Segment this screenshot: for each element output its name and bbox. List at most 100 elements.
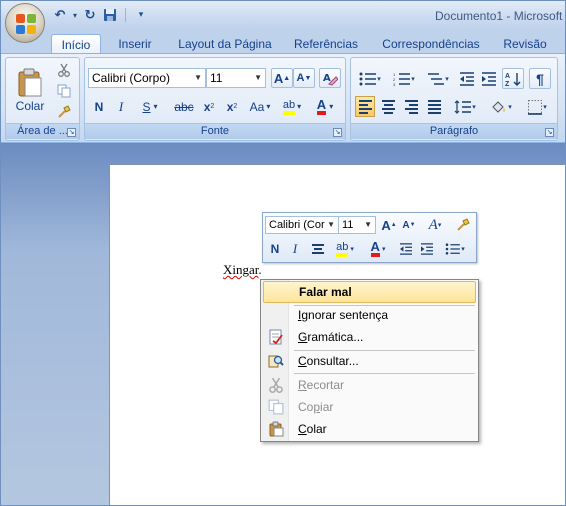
tab-revisao[interactable]: Revisão	[499, 34, 551, 54]
title-bar: ↶ ▾ ↻ ▾ Documento1 - Microsoft	[1, 1, 565, 31]
mini-bullets-button[interactable]: ▾	[440, 239, 470, 259]
mini-bold-button[interactable]: N	[267, 239, 283, 259]
copy-icon[interactable]	[54, 82, 74, 100]
multilevel-list-button[interactable]: ▾	[423, 68, 453, 89]
menu-item-paste[interactable]: Colar	[263, 418, 476, 440]
font-color-icon: A	[370, 240, 380, 257]
show-paragraph-marks-button[interactable]: ¶	[529, 68, 551, 89]
paragraph-group-label-text: Parágrafo	[429, 125, 479, 137]
grow-font-button[interactable]: A ▲	[271, 68, 293, 88]
borders-button[interactable]: ▾	[521, 96, 553, 117]
line-spacing-button[interactable]: ▾	[450, 96, 480, 117]
copy-icon	[268, 399, 284, 415]
clipboard-group: Colar Área de ... ↘	[5, 57, 80, 141]
paste-label: Colar	[15, 98, 45, 113]
menu-item-suggestion-label: Falar mal	[299, 285, 352, 299]
misspelled-word[interactable]: Xingar	[223, 262, 258, 277]
italic-button[interactable]: I	[112, 96, 130, 117]
menu-item-copy-label: Copiar	[298, 400, 334, 414]
undo-dropdown-icon[interactable]: ▾	[71, 6, 79, 24]
mini-styles-button[interactable]: A ▾	[422, 215, 448, 235]
paste-icon	[18, 68, 42, 96]
menu-item-suggestion[interactable]: Falar mal	[263, 281, 476, 303]
ribbon: Colar Área de ... ↘ Calibri (Corpo) ▼ 11…	[1, 53, 565, 143]
shrink-font-button[interactable]: A ▼	[293, 68, 315, 88]
underline-button[interactable]: S ▾	[135, 96, 165, 117]
mini-format-painter-icon[interactable]	[453, 215, 473, 235]
redo-icon[interactable]: ↻	[81, 6, 99, 24]
menu-item-ignore-sentence[interactable]: Ignorar sentença	[263, 304, 476, 326]
subscript-icon: x	[203, 99, 211, 114]
customize-qat-icon[interactable]: ▾	[132, 6, 150, 24]
menu-item-cut[interactable]: Recortar	[263, 374, 476, 396]
context-menu: Falar mal Ignorar sentença Gramática... …	[260, 279, 479, 442]
change-case-button[interactable]: Aa ▾	[245, 96, 275, 117]
tab-correspondencias[interactable]: Correspondências	[377, 34, 485, 54]
mini-italic-button[interactable]: I	[287, 239, 303, 259]
highlight-button[interactable]: ab ▾	[278, 96, 306, 117]
mini-grow-font-icon[interactable]: A ▲	[380, 215, 398, 235]
tab-inicio[interactable]: Início	[51, 34, 101, 54]
tab-layout-da-pagina[interactable]: Layout da Página	[173, 34, 277, 54]
justify-icon	[427, 99, 441, 114]
sort-button[interactable]: AZ	[502, 68, 524, 89]
shading-button[interactable]: ▾	[485, 96, 517, 117]
align-right-icon	[404, 99, 418, 114]
subscript-button[interactable]: x2	[198, 96, 220, 117]
mini-font-color-button[interactable]: A ▾	[364, 239, 392, 259]
menu-item-lookup[interactable]: Consultar...	[263, 350, 476, 372]
ribbon-tabs: Início Inserir Layout da Página Referênc…	[1, 31, 565, 54]
office-button[interactable]	[5, 3, 45, 43]
font-size-combo[interactable]: 11 ▼	[206, 68, 266, 88]
mini-shrink-font-icon[interactable]: A ▼	[400, 215, 418, 235]
chevron-down-icon: ▾	[411, 75, 415, 83]
chevron-down-icon: ▾	[297, 102, 302, 111]
svg-text:Z: Z	[505, 81, 510, 87]
mini-align-center-button[interactable]	[309, 239, 327, 259]
justify-button[interactable]	[424, 96, 444, 117]
align-right-button[interactable]	[401, 96, 421, 117]
menu-item-grammar[interactable]: Gramática...	[263, 326, 476, 348]
numbering-button[interactable]: 1 2 3 ▾	[389, 68, 419, 89]
chevron-down-icon: ▼	[254, 73, 262, 82]
document-text[interactable]: Xingar.	[223, 262, 262, 278]
paste-button[interactable]: Colar	[10, 60, 50, 120]
cut-icon[interactable]	[54, 61, 74, 79]
menu-item-copy[interactable]: Copiar	[263, 396, 476, 418]
format-painter-icon[interactable]	[54, 103, 74, 121]
mini-increase-indent-icon[interactable]	[418, 239, 436, 259]
chevron-down-icon: ▾	[508, 103, 512, 111]
font-name-value: Calibri (Corpo)	[92, 71, 171, 85]
decrease-indent-button[interactable]	[457, 68, 477, 89]
quick-access-toolbar: ↶ ▾ ↻ ▾	[51, 5, 150, 25]
font-group-label: Fonte	[85, 123, 345, 139]
increase-indent-button[interactable]	[479, 68, 499, 89]
svg-text:3: 3	[393, 82, 396, 86]
align-center-button[interactable]	[378, 96, 398, 117]
paragraph-launcher-icon[interactable]: ↘	[545, 128, 554, 137]
line-spacing-icon	[454, 99, 472, 114]
mini-decrease-indent-icon[interactable]	[397, 239, 415, 259]
bullets-button[interactable]: ▾	[355, 68, 385, 89]
font-color-icon: A	[316, 98, 327, 115]
font-name-combo[interactable]: Calibri (Corpo) ▼	[88, 68, 206, 88]
tab-inserir[interactable]: Inserir	[109, 34, 161, 54]
clear-formatting-button[interactable]: A	[319, 68, 341, 88]
font-launcher-icon[interactable]: ↘	[333, 128, 342, 137]
font-group: Calibri (Corpo) ▼ 11 ▼ A ▲ A ▼ A N I S ▾ ab…	[84, 57, 346, 141]
clipboard-launcher-icon[interactable]: ↘	[67, 128, 76, 137]
chevron-down-icon: ▾	[377, 75, 381, 83]
save-icon[interactable]	[101, 6, 119, 24]
undo-icon[interactable]: ↶	[51, 6, 69, 24]
mini-font-size-combo[interactable]: 11 ▼	[338, 216, 376, 234]
chevron-down-icon: ▼	[194, 73, 202, 82]
tab-referencias[interactable]: Referências	[290, 34, 362, 54]
strikethrough-button[interactable]: abc	[171, 96, 197, 117]
bold-button[interactable]: N	[90, 96, 108, 117]
font-color-button[interactable]: A ▾	[310, 96, 340, 117]
font-group-label-text: Fonte	[200, 125, 230, 137]
mini-highlight-button[interactable]: ab ▾	[330, 239, 360, 259]
mini-font-name-combo[interactable]: Calibri (Cor ▼	[265, 216, 339, 234]
align-left-button[interactable]	[355, 96, 375, 117]
superscript-button[interactable]: x2	[221, 96, 243, 117]
